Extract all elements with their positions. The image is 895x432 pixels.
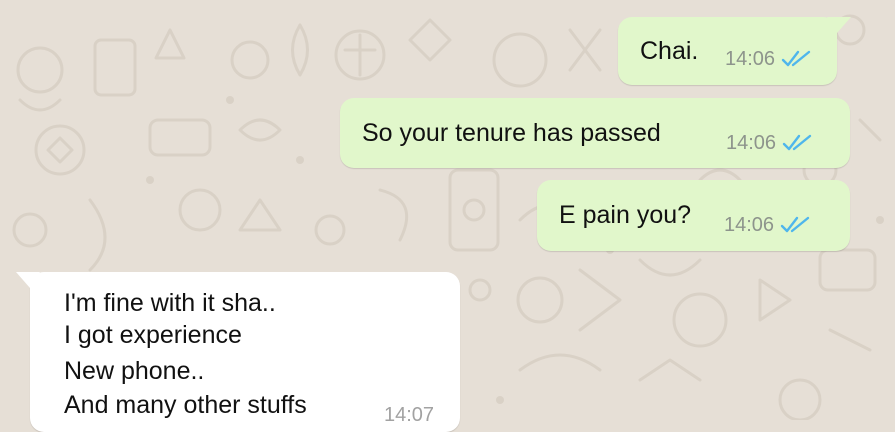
message-timestamp: 14:07	[384, 404, 435, 426]
message-timestamp: 14:06	[726, 132, 777, 154]
message-text: Chai.	[640, 37, 699, 65]
message-bubble-outgoing[interactable]: E pain you? 14:06	[537, 180, 850, 251]
message-text-line: I'm fine with it sha..	[64, 289, 276, 317]
message-bubble-outgoing[interactable]: Chai. 14:06	[618, 17, 851, 85]
message-bubble-incoming[interactable]: I'm fine with it sha.. I got experience …	[16, 272, 460, 432]
message-timestamp: 14:06	[725, 48, 776, 70]
bubble-tail	[827, 17, 851, 33]
message-meta: 14:06	[725, 44, 811, 74]
message-timestamp: 14:06	[724, 214, 775, 236]
message-meta: 14:06	[724, 210, 810, 240]
message-meta: 14:06	[726, 128, 812, 158]
message-text-line: I got experience	[64, 321, 242, 349]
message-text: E pain you?	[559, 201, 692, 229]
read-double-tick-icon	[780, 216, 810, 233]
read-double-tick-icon	[781, 50, 811, 67]
bubble-tail	[16, 272, 40, 288]
message-meta: 14:07	[384, 400, 434, 430]
message-text-line: And many other stuffs	[64, 391, 307, 419]
message-bubble-outgoing[interactable]: So your tenure has passed 14:06	[340, 98, 850, 168]
read-double-tick-icon	[782, 134, 812, 151]
message-text: So your tenure has passed	[362, 119, 661, 147]
message-text-line: New phone..	[64, 357, 205, 385]
